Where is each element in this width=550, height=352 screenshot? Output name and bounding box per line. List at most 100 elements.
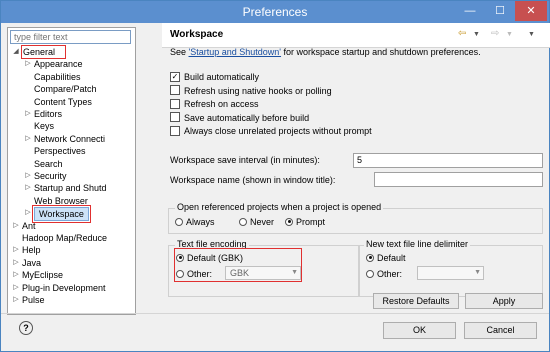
delimiter-default-radio[interactable]: Default [366,252,406,264]
startup-hint: See 'Startup and Shutdown' for workspace… [170,47,481,57]
tree-item-label: Java [22,257,42,268]
expand-arrow-icon[interactable]: ▷ [24,182,32,194]
expand-arrow-icon[interactable]: ▷ [12,269,20,281]
hint-prefix: See [170,47,189,57]
tree-item[interactable]: Keys [8,120,135,132]
tree-item-label: General [20,45,67,59]
apply-button[interactable]: Apply [465,293,543,309]
tree-item-label: Compare/Patch [34,84,97,95]
option-checkbox[interactable]: Refresh on access [170,98,259,110]
radio-unchecked-icon [175,217,183,226]
expand-arrow-icon[interactable]: ▷ [12,220,20,232]
tree-item[interactable]: Capabilities [8,71,135,83]
tree-item[interactable]: ▷ Ant [8,220,135,232]
delimiter-other-radio[interactable]: Other: [366,268,402,280]
back-arrow-icon[interactable]: ⇦ [458,28,466,39]
tree-item[interactable]: ▷ Pulse [8,294,135,306]
tree-item-label: Capabilities [34,71,81,82]
checkbox-checked-icon: ✓ [170,71,180,82]
tree-item[interactable]: ▷ Startup and Shutd [8,182,135,194]
expand-arrow-icon[interactable]: ▷ [12,282,20,294]
delimiter-default-label: Default [377,253,406,263]
tree-item[interactable]: ▷ Plug-in Development [8,282,135,294]
tree-item-label: Editors [34,109,63,119]
tree-item-label: Ant [22,220,36,231]
back-menu-chevron-icon[interactable]: ▼ [473,31,480,38]
filter-input[interactable] [10,30,131,44]
tree-item[interactable]: Perspectives [8,145,135,157]
option-label: Save automatically before build [184,112,310,123]
tree-item[interactable]: Compare/Patch [8,83,135,95]
tree-item-label: Network Connecti [34,133,106,144]
option-label: Refresh on access [184,99,259,110]
view-menu-chevron-icon[interactable]: ▼ [528,31,535,38]
save-interval-field[interactable]: 5 [353,153,543,168]
option-checkbox[interactable]: Always close unrelated projects without … [170,125,372,137]
expand-arrow-icon[interactable]: ▷ [24,170,32,182]
tree-item-label: Help [22,245,41,256]
page-header: Workspace ⇦ ▼ ⇨ ▼ ▼ [162,23,550,48]
expand-arrow-icon[interactable]: ▷ [24,108,32,120]
save-interval-label: Workspace save interval (in minutes): [170,155,320,165]
minimize-icon[interactable]: — [455,1,485,21]
line-delimiter-title: New text file line delimiter [364,239,471,249]
tree-item[interactable]: ▷ Java [8,257,135,269]
hint-suffix: for workspace startup and shutdown prefe… [281,47,481,57]
tree-item[interactable]: ▷ Appearance [8,58,135,70]
expand-arrow-icon[interactable]: ▷ [12,244,20,256]
tree-item[interactable]: Content Types [8,96,135,108]
expand-arrow-icon[interactable]: ▷ [24,58,32,70]
maximize-icon[interactable]: ☐ [485,1,515,21]
tree-item[interactable]: Hadoop Map/Reduce [8,232,135,244]
expanded-arrow-icon[interactable]: ◢ [12,46,20,58]
option-label: Always close unrelated projects without … [184,126,372,137]
tree-item-label: Pulse [22,295,45,305]
checkbox-unchecked-icon [170,98,180,109]
option-checkbox[interactable]: ✓ Build automatically [170,71,259,83]
title-bar[interactable]: Preferences — ☐ ✕ [1,1,549,23]
tree-item[interactable]: ▷ MyEclipse [8,269,135,281]
radio-unchecked-icon [366,269,374,278]
tree-item[interactable]: ◢ General [8,45,135,59]
open-referenced-title: Open referenced projects when a project … [175,202,384,212]
chevron-down-icon: ▼ [474,269,481,276]
tree-item[interactable]: ▷ Workspace [8,205,135,224]
help-icon[interactable]: ? [19,321,33,335]
expand-arrow-icon[interactable]: ▷ [12,257,20,269]
tree-item-label: Content Types [34,96,92,107]
workspace-name-field[interactable] [374,172,543,187]
option-checkbox[interactable]: Refresh using native hooks or polling [170,85,332,97]
option-label: Refresh using native hooks or polling [184,85,332,96]
tree-item[interactable]: ▷ Editors [8,108,135,120]
page-title: Workspace [170,29,224,40]
tree-item[interactable]: Web Browser [8,195,135,207]
tree-item[interactable]: ▷ Help [8,244,135,256]
delimiter-other-select[interactable]: ▼ [417,266,484,280]
tree-item-label: Web Browser [34,195,88,206]
tree-item[interactable]: ▷ Network Connecti [8,133,135,145]
expand-arrow-icon[interactable]: ▷ [24,207,32,219]
radio-checked-icon [285,217,293,226]
tree-item[interactable]: Search [8,158,135,170]
tree-item[interactable]: ▷ Security [8,170,135,182]
option-checkbox[interactable]: Save automatically before build [170,112,309,124]
expand-arrow-icon[interactable]: ▷ [12,294,20,306]
preferences-window: Preferences — ☐ ✕ ◢General▷AppearanceCap… [0,0,550,352]
radio-checked-icon [366,253,374,262]
forward-arrow-icon[interactable]: ⇨ [491,28,499,39]
startup-shutdown-link[interactable]: 'Startup and Shutdown' [189,47,282,57]
cancel-button[interactable]: Cancel [464,322,537,339]
open-referenced-label: Always [186,217,215,227]
forward-menu-chevron-icon[interactable]: ▼ [506,31,513,38]
restore-defaults-button[interactable]: Restore Defaults [373,293,459,309]
tree-item-label: Plug-in Development [22,282,106,293]
tree-item-label: MyEclipse [22,270,64,281]
radio-unchecked-icon [239,217,247,226]
ok-button[interactable]: OK [383,322,456,339]
open-referenced-label: Never [250,217,275,227]
open-referenced-radio[interactable]: Always [175,216,215,228]
close-icon[interactable]: ✕ [515,1,547,21]
open-referenced-radio[interactable]: Prompt [285,216,325,228]
open-referenced-radio[interactable]: Never [239,216,274,228]
expand-arrow-icon[interactable]: ▷ [24,133,32,145]
